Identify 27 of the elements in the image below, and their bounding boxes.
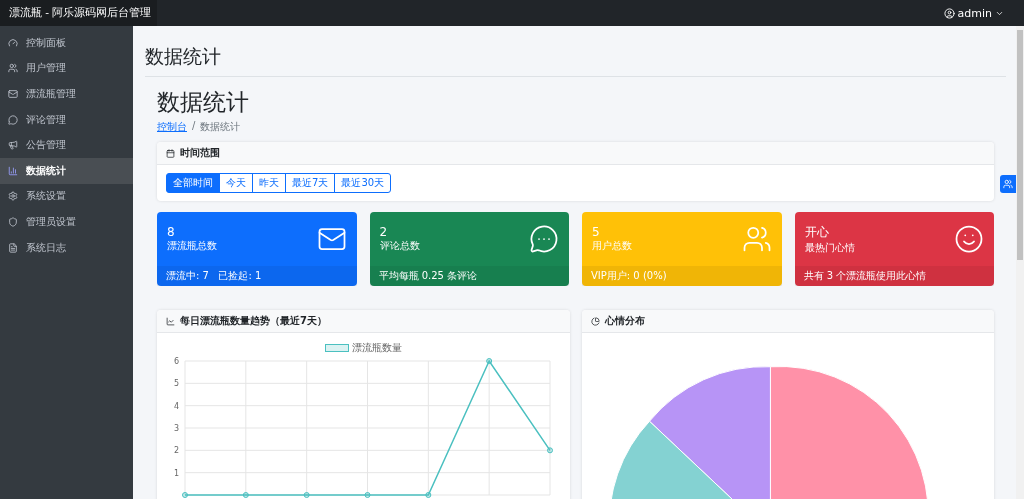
y-tick-label: 4 <box>173 401 179 411</box>
card-title: 每日漂流瓶数量趋势（最近7天） <box>180 314 327 328</box>
y-tick-label: 3 <box>173 424 179 433</box>
legend-label: 漂流瓶数量 <box>351 341 402 355</box>
stat-value: 5 <box>592 225 601 239</box>
card-title: 心情分布 <box>604 314 645 328</box>
app-title: 漂流瓶 - 阿乐源码网后台管理 <box>0 0 157 26</box>
stat-label: 用户总数 <box>592 239 633 253</box>
stat-label: 最热门心情 <box>804 240 856 255</box>
stat-value: 8 <box>167 225 176 239</box>
y-tick-label: 5 <box>173 379 179 389</box>
page-title: 数据统计 <box>157 88 250 117</box>
stat-value: 2 <box>379 225 389 239</box>
stat-footer: 漂流中: 7 已捡起: 1 <box>157 266 357 286</box>
stat-label: 漂流瓶总数 <box>167 239 218 253</box>
stat-footer: 共有 3 个漂流瓶使用此心情 <box>794 266 994 286</box>
stat-value: 开心 <box>804 223 830 241</box>
y-tick-label: 2 <box>173 446 179 456</box>
stat-footer: 平均每瓶 0.25 条评论 <box>369 266 569 286</box>
stat-footer: VIP用户: 0 (0%) <box>582 266 782 286</box>
breadcrumb-separator: / <box>192 120 196 133</box>
breadcrumb-current: 数据统计 <box>200 120 241 134</box>
page-header: 数据统计 <box>145 26 1006 77</box>
y-tick-label: 1 <box>173 468 179 478</box>
y-tick-label: 6 <box>173 357 179 366</box>
card-title: 时间范围 <box>180 146 220 160</box>
stat-label: 评论总数 <box>379 239 421 253</box>
